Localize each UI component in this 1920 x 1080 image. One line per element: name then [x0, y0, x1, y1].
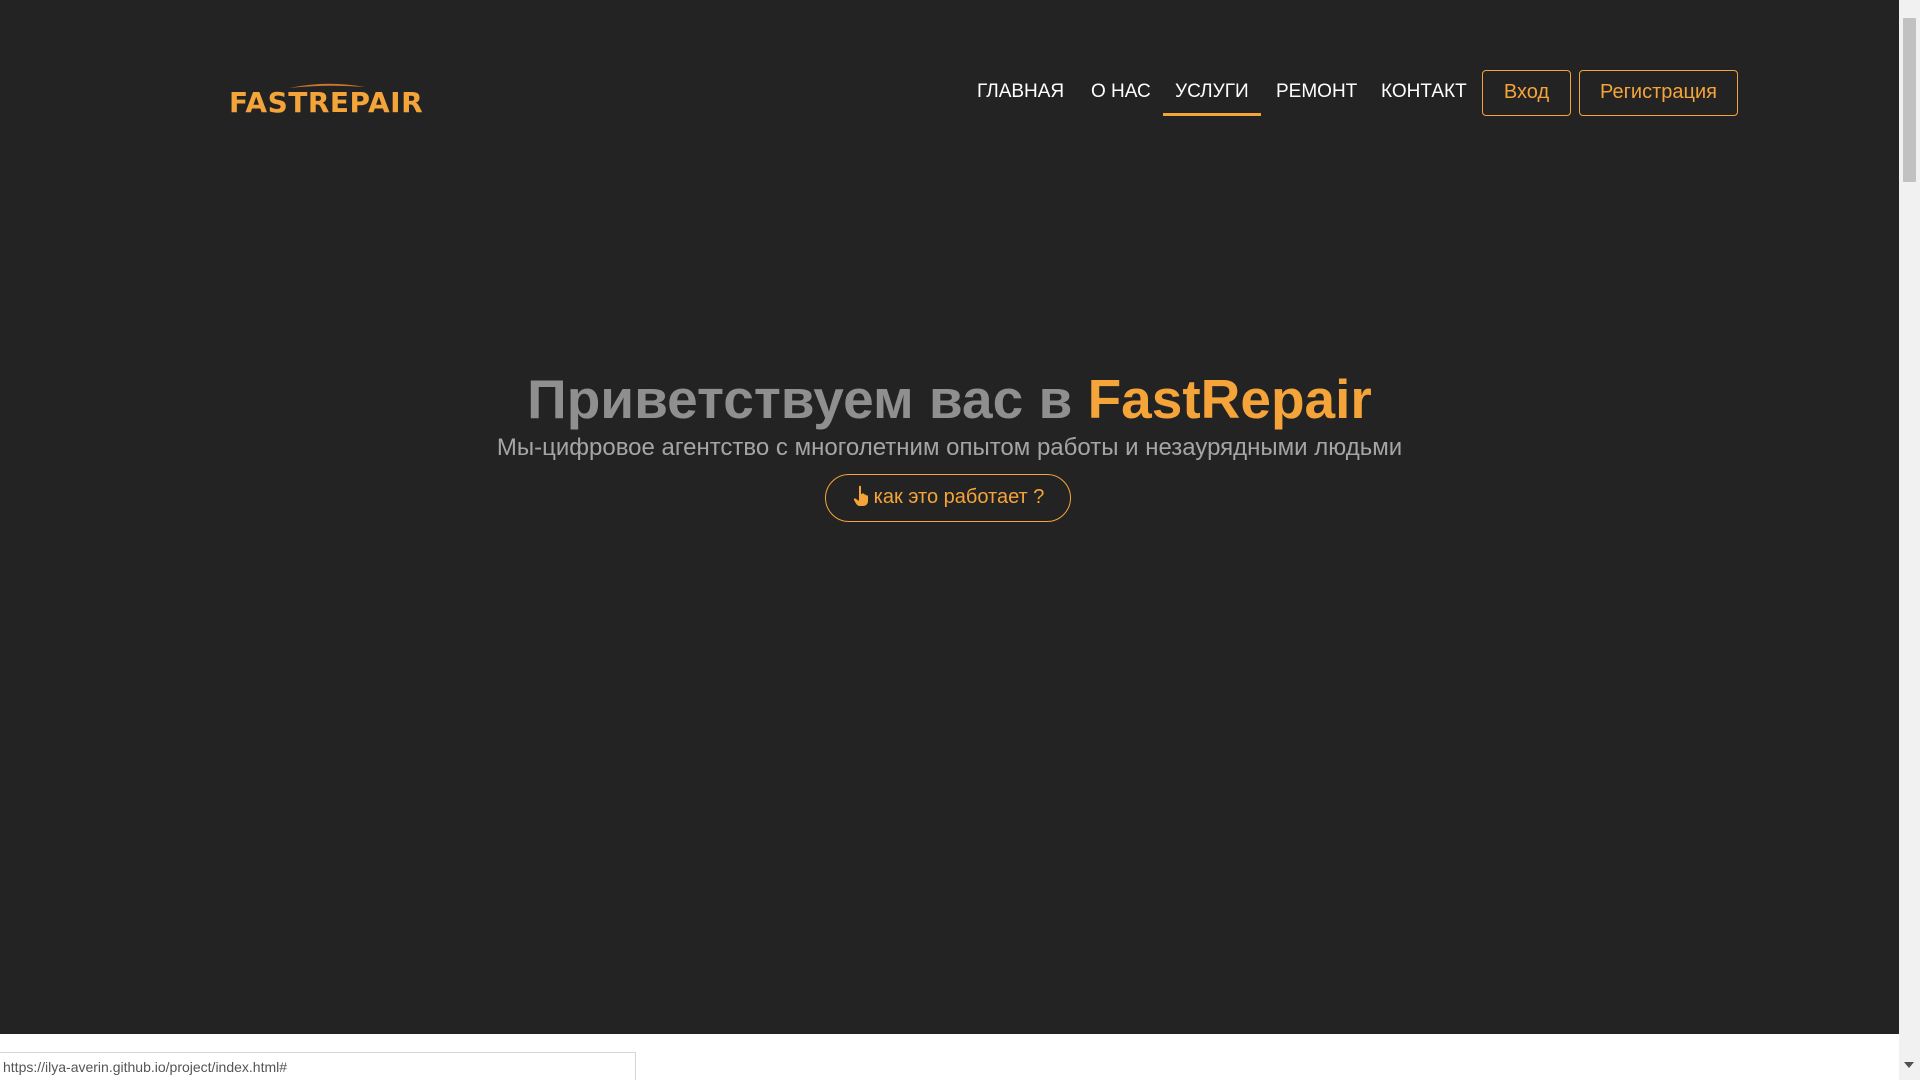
link-status-bar: https://ilya-averin.github.io/project/in…	[0, 1052, 636, 1080]
register-button[interactable]: Регистрация	[1579, 70, 1738, 116]
hero-subtitle: Мы-цифровое агентство с многолетним опыт…	[496, 434, 1403, 461]
nav-item-services[interactable]: УСЛУГИ	[1163, 70, 1261, 116]
nav-item-about[interactable]: О НАС	[1091, 70, 1151, 116]
how-it-works-label: как это работает ?	[873, 486, 1045, 508]
nav-item-contact[interactable]: КОНТАКТ	[1381, 70, 1467, 116]
hero-title-prefix: Приветствуем вас в	[527, 368, 1088, 430]
hero-section: FASTREPAIR ГЛАВНАЯ О НАС УСЛУГИ РЕМОНТ К…	[0, 0, 1899, 1034]
hero-title-brand: FastRepair	[1087, 368, 1372, 430]
pointing-hand-icon	[853, 485, 868, 506]
scroll-down-arrow-icon[interactable]	[1904, 1062, 1914, 1068]
login-button[interactable]: Вход	[1482, 70, 1571, 116]
hero-title: Приветствуем вас в FastRepair	[0, 364, 1899, 434]
how-it-works-button[interactable]: как это работает ?	[825, 474, 1071, 522]
page: FASTREPAIR ГЛАВНАЯ О НАС УСЛУГИ РЕМОНТ К…	[0, 0, 1920, 1080]
nav-item-home[interactable]: ГЛАВНАЯ	[977, 70, 1064, 116]
page-scrollbar[interactable]	[1899, 0, 1920, 1080]
nav-item-repair[interactable]: РЕМОНТ	[1276, 70, 1357, 116]
scrollbar-thumb[interactable]	[1903, 18, 1916, 182]
